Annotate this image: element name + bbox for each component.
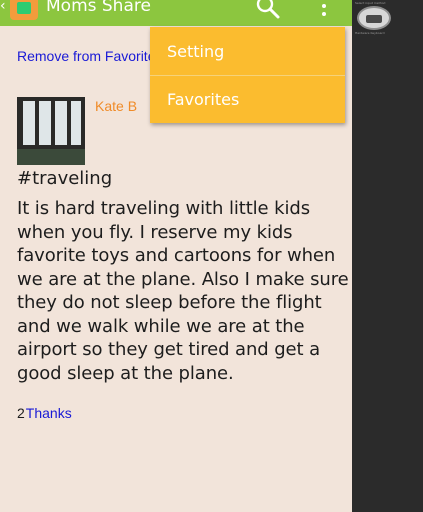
overflow-menu: Setting Favorites bbox=[150, 27, 345, 123]
author-avatar[interactable] bbox=[17, 97, 85, 165]
app-screen: ‹ Moms Share Remove from Favorites Kate … bbox=[0, 0, 352, 512]
overflow-menu-icon[interactable] bbox=[316, 0, 332, 20]
input-method-panel: Select input method Hardware Keyboard bbox=[352, 0, 423, 512]
menu-item-favorites[interactable]: Favorites bbox=[150, 76, 345, 123]
menu-item-setting[interactable]: Setting bbox=[150, 28, 345, 75]
hardware-keyboard-caption: Hardware Keyboard bbox=[355, 31, 385, 35]
author-name[interactable]: Kate B bbox=[95, 98, 137, 114]
thanks-count: 2 bbox=[17, 405, 25, 421]
post-tag: #traveling bbox=[17, 168, 113, 189]
action-bar: ‹ Moms Share bbox=[0, 0, 352, 26]
house-icon[interactable] bbox=[10, 0, 38, 20]
input-method-caption: Select input method bbox=[355, 1, 386, 5]
app-title: Moms Share bbox=[46, 0, 151, 16]
thanks-row: 2Thanks bbox=[17, 405, 72, 421]
thanks-link[interactable]: Thanks bbox=[26, 405, 72, 421]
search-icon[interactable] bbox=[253, 0, 283, 22]
keyboard-icon[interactable] bbox=[357, 6, 391, 30]
post-body: It is hard traveling with little kids wh… bbox=[17, 198, 349, 384]
remove-from-favorites-link[interactable]: Remove from Favorites bbox=[17, 48, 162, 64]
back-caret-icon[interactable]: ‹ bbox=[0, 0, 6, 14]
